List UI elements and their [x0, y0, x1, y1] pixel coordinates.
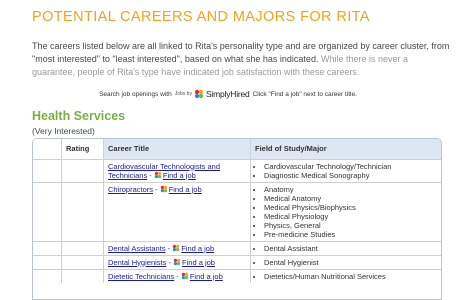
- simplyhired-icon: [159, 184, 168, 193]
- simplyhired-icon: [172, 243, 181, 252]
- careers-table: Rating Career Title Field of Study/Major…: [32, 138, 442, 300]
- search-prefix: Search job openings with: [99, 90, 172, 98]
- career-link[interactable]: Dental Hygienists: [108, 258, 166, 267]
- career-cell: Dietetic Technicians - Find a job: [103, 268, 251, 283]
- table-row: Chiropractors - Find a jobAnatomyMedical…: [33, 181, 441, 241]
- find-a-job-link[interactable]: Find a job: [181, 244, 214, 253]
- field-item: Medical Physics/Biophysics: [264, 203, 437, 212]
- find-a-job-link[interactable]: Find a job: [169, 185, 202, 194]
- field-of-study-cell: Cardiovascular Technology/TechnicianDiag…: [250, 158, 441, 182]
- search-suffix: Click "Find a job" next to career title.: [252, 90, 357, 98]
- rating-cell: [61, 181, 104, 241]
- field-item: Medical Anatomy: [264, 194, 437, 203]
- rating-cell: [61, 240, 104, 255]
- career-cell: Chiropractors - Find a job: [103, 181, 251, 241]
- simplyhired-icon: [173, 257, 182, 266]
- table-row: Dental Hygienists - Find a jobDental Hyg…: [33, 254, 441, 269]
- field-item: Dental Assistant: [264, 244, 437, 253]
- field-item: Medical Physiology: [264, 212, 437, 221]
- field-item: Anatomy: [264, 185, 437, 194]
- page-title: POTENTIAL CAREERS AND MAJORS FOR RITA: [32, 9, 370, 25]
- career-link[interactable]: Dietetic Technicians: [108, 272, 174, 281]
- table-row: Dietetic Technicians - Find a jobDieteti…: [33, 268, 441, 283]
- job-search-row: Search job openings with Jobs by SimplyH…: [0, 89, 456, 99]
- field-item: Dietetics/Human Nutritional Services: [264, 272, 437, 281]
- rating-cell: [61, 268, 104, 283]
- find-a-job-link[interactable]: Find a job: [163, 171, 196, 180]
- section-subtitle: (Very Interested): [32, 126, 95, 136]
- table-header-row: Rating Career Title Field of Study/Major: [33, 139, 441, 159]
- row-blank-cell: [33, 254, 62, 269]
- career-link[interactable]: Chiropractors: [108, 185, 153, 194]
- career-link[interactable]: Dental Assistants: [108, 244, 166, 253]
- field-list: Dietetics/Human Nutritional Services: [255, 272, 437, 281]
- simplyhired-icon: [153, 170, 162, 179]
- field-of-study-cell: Dental Hygienist: [250, 254, 441, 269]
- career-cell: Cardiovascular Technologists and Technic…: [103, 158, 251, 182]
- intro-paragraph: The careers listed below are all linked …: [32, 40, 450, 79]
- table-row: Dental Assistants - Find a jobDental Ass…: [33, 240, 441, 255]
- field-list: AnatomyMedical AnatomyMedical Physics/Bi…: [255, 185, 437, 239]
- field-item: Physics, General: [264, 221, 437, 230]
- section-title: Health Services: [32, 109, 126, 123]
- rating-cell: [61, 158, 104, 182]
- simplyhired-icon: [193, 89, 204, 99]
- row-blank-cell: [33, 181, 62, 241]
- logo-jobs-by: Jobs by: [174, 91, 192, 97]
- field-list: Dental Hygienist: [255, 258, 437, 267]
- field-of-study-cell: Dental Assistant: [250, 240, 441, 255]
- field-list: Cardiovascular Technology/TechnicianDiag…: [255, 162, 437, 180]
- header-career-title: Career Title: [103, 139, 251, 159]
- header-blank: [33, 139, 62, 159]
- simplyhired-icon: [180, 271, 189, 280]
- logo-text: SimplyHired: [205, 89, 250, 99]
- table-row: Cardiovascular Technologists and Technic…: [33, 158, 441, 182]
- career-cell: Dental Assistants - Find a job: [103, 240, 251, 255]
- field-item: Dental Hygienist: [264, 258, 437, 267]
- field-item: Pre-medicine Studies: [264, 230, 437, 239]
- find-a-job-link[interactable]: Find a job: [182, 258, 215, 267]
- field-item: Cardiovascular Technology/Technician: [264, 162, 437, 171]
- find-a-job-link[interactable]: Find a job: [190, 272, 223, 281]
- rating-cell: [61, 254, 104, 269]
- row-blank-cell: [33, 158, 62, 182]
- field-list: Dental Assistant: [255, 244, 437, 253]
- career-cell: Dental Hygienists - Find a job: [103, 254, 251, 269]
- field-item: Diagnostic Medical Sonography: [264, 171, 437, 180]
- field-of-study-cell: AnatomyMedical AnatomyMedical Physics/Bi…: [250, 181, 441, 241]
- header-field-of-study: Field of Study/Major: [255, 144, 327, 154]
- simplyhired-logo[interactable]: Jobs by SimplyHired: [175, 89, 250, 99]
- field-of-study-cell: Dietetics/Human Nutritional Services: [250, 268, 441, 283]
- header-rating: Rating: [61, 139, 104, 159]
- row-blank-cell: [33, 240, 62, 255]
- row-blank-cell: [33, 268, 62, 283]
